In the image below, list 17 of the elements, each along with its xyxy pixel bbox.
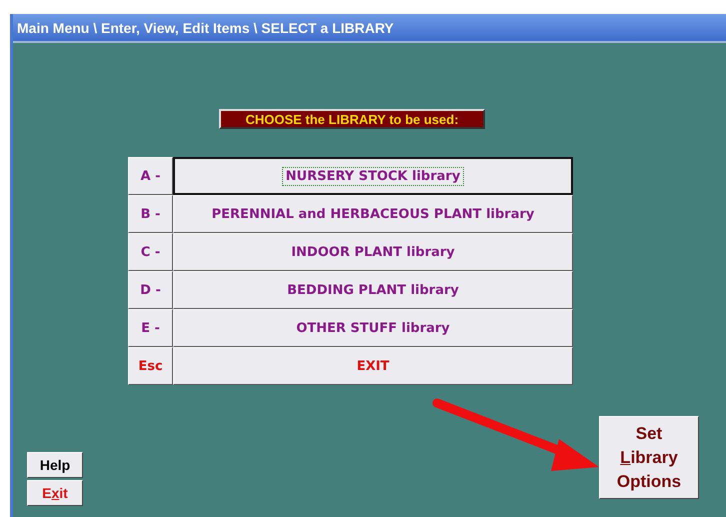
- heading-label: CHOOSE the LIBRARY to be used:: [219, 109, 485, 129]
- library-button[interactable]: BEDDING PLANT library: [173, 271, 573, 309]
- library-button[interactable]: PERENNIAL and HERBACEOUS PLANT library: [173, 195, 573, 233]
- help-button[interactable]: Help: [27, 452, 83, 478]
- library-button[interactable]: INDOOR PLANT library: [173, 233, 573, 271]
- shortcut-key: E -: [128, 309, 173, 347]
- shortcut-key: D -: [128, 271, 173, 309]
- shortcut-key: Esc: [128, 347, 173, 385]
- shortcut-key: C -: [128, 233, 173, 271]
- library-button[interactable]: OTHER STUFF library: [173, 309, 573, 347]
- shortcut-key: B -: [128, 195, 173, 233]
- shortcut-key: A -: [128, 157, 173, 195]
- library-button[interactable]: EXIT: [173, 347, 573, 385]
- window-title: Main Menu \ Enter, View, Edit Items \ SELECT a LIBRARY: [13, 14, 726, 43]
- library-button[interactable]: NURSERY STOCK library: [173, 157, 573, 195]
- library-options-button[interactable]: Set Library Options: [599, 416, 699, 499]
- exit-button[interactable]: Exit: [27, 480, 83, 506]
